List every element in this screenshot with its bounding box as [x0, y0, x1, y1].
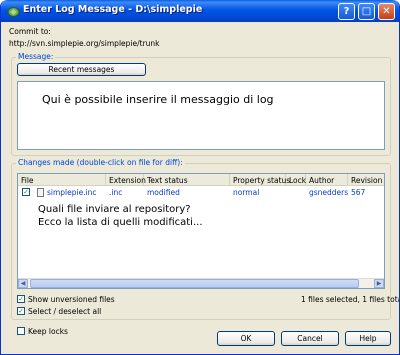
file-extension: .inc [109, 188, 123, 197]
column-header-revision[interactable]: Revision [348, 174, 384, 186]
list-header: File Extension Text status Property stat… [18, 174, 384, 186]
recent-messages-label: Recent messages [48, 65, 115, 74]
table-row[interactable]: ✓ simplepie.inc .inc modified normal gsn… [18, 187, 384, 198]
file-name: simplepie.inc [47, 188, 97, 197]
file-author: gsnedders [309, 188, 349, 197]
commit-url: http://svn.simplepie.org/simplepie/trunk [9, 39, 160, 48]
horizontal-scrollbar[interactable]: ◀ ▶ [18, 278, 384, 288]
commit-to-label: Commit to: [9, 27, 51, 36]
cancel-button[interactable]: Cancel [281, 331, 339, 346]
show-unversioned-label: Show unversioned files [28, 295, 115, 304]
column-header-lock[interactable]: Lock [286, 174, 306, 186]
dialog-window: Enter Log Message - D:\simplepie ? □ ✕ C… [0, 0, 400, 355]
scroll-thumb[interactable] [30, 279, 359, 288]
help-button[interactable]: Help [345, 331, 391, 346]
column-header-extension[interactable]: Extension [106, 174, 146, 186]
show-unversioned-checkbox[interactable]: ✓ [17, 295, 25, 303]
log-message-textarea[interactable]: Qui è possibile inserire il messaggio di… [17, 81, 385, 150]
tortoise-app-icon [6, 4, 20, 18]
column-header-file[interactable]: File [18, 174, 106, 186]
column-header-author[interactable]: Author [306, 174, 348, 186]
maximize-button[interactable]: □ [358, 3, 375, 20]
overlay-caption-line1: Quali file inviare al repository? [38, 204, 191, 215]
title-bar[interactable]: Enter Log Message - D:\simplepie ? □ ✕ [1, 0, 399, 22]
changed-files-list[interactable]: File Extension Text status Property stat… [17, 173, 385, 289]
column-header-property-status[interactable]: Property status [230, 174, 290, 186]
file-icon [37, 188, 44, 197]
changes-legend: Changes made (double-click on file for d… [16, 158, 185, 167]
message-legend: Message: [16, 52, 56, 61]
keep-locks-checkbox[interactable] [17, 327, 25, 335]
file-property-status: normal [233, 188, 260, 197]
cancel-label: Cancel [297, 334, 323, 343]
scroll-left-icon[interactable]: ◀ [18, 279, 28, 288]
scroll-right-icon[interactable]: ▶ [374, 279, 384, 288]
close-button[interactable]: ✕ [378, 3, 395, 20]
column-header-text-status[interactable]: Text status [144, 174, 230, 186]
keep-locks-label: Keep locks [28, 327, 68, 336]
select-all-label: Select / deselect all [28, 307, 102, 316]
file-revision: 567 [351, 188, 366, 197]
overlay-caption-line2: Ecco la lista di quelli modificati... [38, 217, 203, 228]
file-text-status: modified [147, 188, 180, 197]
select-all-checkbox[interactable]: ✓ [17, 307, 25, 315]
help-title-button[interactable]: ? [338, 3, 355, 20]
selection-status: 1 files selected, 1 files total [301, 295, 400, 304]
file-checkbox[interactable]: ✓ [22, 188, 30, 196]
help-label: Help [359, 334, 377, 343]
ok-button[interactable]: OK [217, 331, 275, 346]
recent-messages-button[interactable]: Recent messages [17, 63, 146, 76]
ok-label: OK [240, 334, 252, 343]
log-message-text: Qui è possibile inserire il messaggio di… [42, 93, 274, 106]
window-title: Enter Log Message - D:\simplepie [23, 4, 203, 15]
